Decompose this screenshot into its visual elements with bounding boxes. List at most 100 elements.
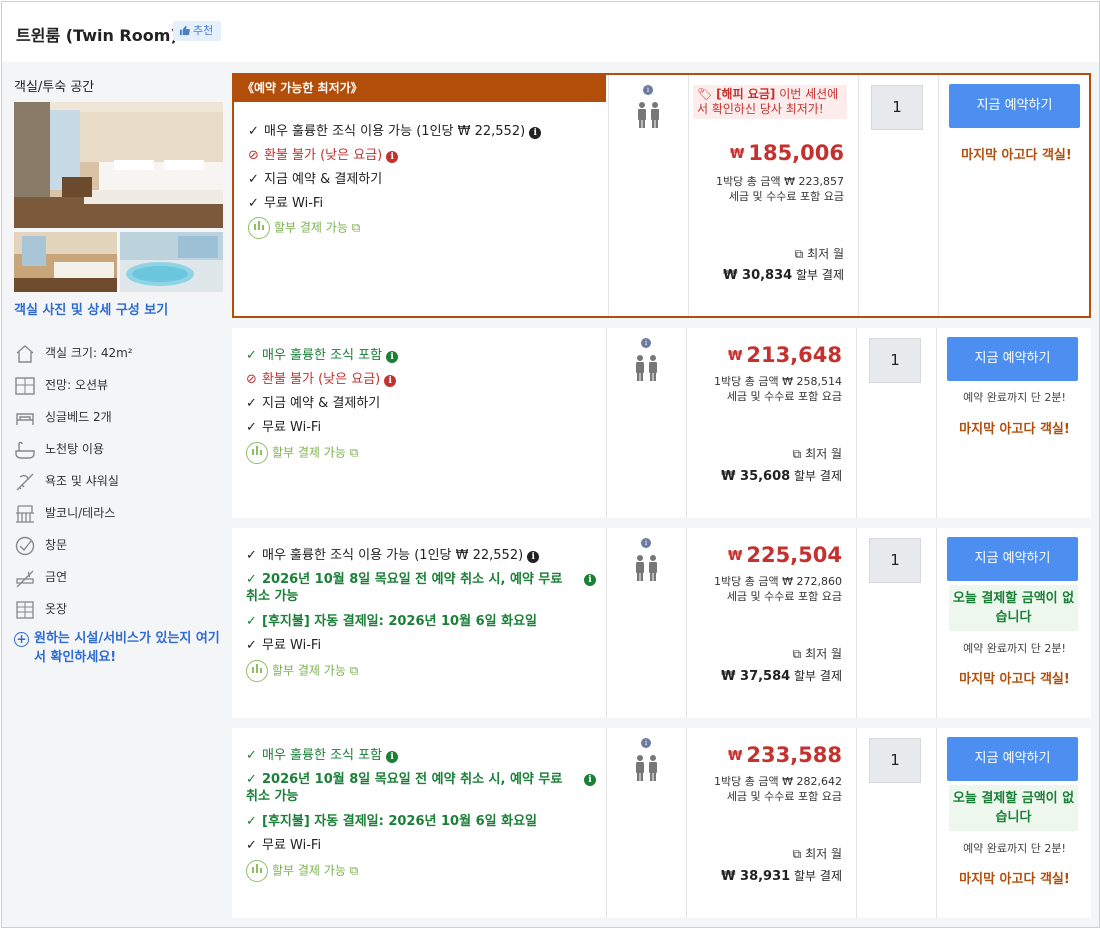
amenity-wardrobe: 옷장 [14, 598, 67, 620]
amenity-label: 노천탕 이용 [45, 442, 105, 456]
book-now-button[interactable]: 지금 예약하기 [947, 737, 1078, 781]
external-link-icon: ⧉ [351, 220, 361, 235]
amenity-bath: 노천탕 이용 [14, 438, 104, 460]
feature-breakfast: ✓ 매우 훌륭한 조식 포함 i [246, 747, 399, 764]
installment-available[interactable]: 할부 결제 가능 ⧉ [246, 442, 358, 464]
info-icon[interactable]: i [527, 551, 540, 563]
installment-available[interactable]: 할부 결제 가능 ⧉ [246, 660, 358, 682]
price-column: 🏷 [해피 요금] 이번 세션에서 확인하신 당사 최저가! ₩185,006 … [688, 75, 858, 316]
info-icon[interactable]: i [584, 574, 596, 586]
occupancy: i [608, 75, 688, 316]
amenity-label: 싱글베드 2개 [45, 410, 112, 424]
amenity-label: 욕조 및 샤워실 [45, 474, 119, 488]
amenity-room-size: 객실 크기: 42m² [14, 342, 133, 364]
price-details: 1박당 총 금액 ₩ 223,857 세금 및 수수료 포함 요금 [716, 175, 844, 203]
happy-rate-tag: 🏷 [해피 요금] 이번 세션에서 확인하신 당사 최저가! [693, 85, 847, 119]
best-price-banner: 《예약 가능한 최저가》 [234, 75, 606, 102]
info-icon[interactable]: i [386, 751, 399, 763]
monthly-label: ⧉ 최저 월 [792, 447, 842, 461]
room-quantity-select[interactable]: 1 [871, 85, 923, 130]
two-people-icon [638, 102, 659, 128]
plus-circle-icon: + [14, 632, 29, 647]
occupancy: i [606, 328, 686, 518]
two-people-icon [636, 555, 657, 581]
price: ₩225,504 [728, 543, 842, 567]
info-icon[interactable]: i [386, 151, 399, 163]
amenity-label: 발코니/테라스 [45, 506, 116, 520]
occupancy-info-icon[interactable]: i [641, 338, 651, 348]
book-now-button[interactable]: 지금 예약하기 [949, 84, 1080, 128]
price-details: 1박당 총 금액 ₩ 282,642 세금 및 수수료 포함 요금 [714, 775, 842, 803]
room-photo-main[interactable] [14, 102, 223, 228]
facility-search-link[interactable]: + 원하는 시설/서비스가 있는지 여기서 확인하세요! [14, 629, 224, 667]
feature-free-cancellation: ✓ 2026년 10월 8일 목요일 전 예약 취소 시, 예약 무료 취소 가능 [246, 772, 563, 804]
external-link-icon: ⧉ [349, 445, 359, 460]
amenity-view: 전망: 오션뷰 [14, 374, 108, 396]
installment-icon [246, 442, 268, 464]
external-link-icon: ⧉ [349, 663, 359, 678]
bed-icon [14, 407, 36, 429]
info-icon[interactable]: i [384, 375, 397, 387]
feature-breakfast: ✓ 매우 훌륭한 조식 포함 i [246, 347, 399, 364]
shower-icon [14, 471, 36, 493]
external-link-icon: ⧉ [792, 447, 802, 461]
book-now-button[interactable]: 지금 예약하기 [947, 337, 1078, 381]
price: ₩213,648 [728, 343, 842, 367]
installment-icon [246, 860, 268, 882]
section-label: 객실/투숙 공간 [14, 80, 95, 95]
info-icon[interactable]: i [386, 351, 399, 363]
price: ₩185,006 [730, 141, 844, 165]
monthly-label: ⧉ 최저 월 [792, 847, 842, 861]
recommended-badge-label: 추천 [193, 24, 214, 37]
action-column: 지금 예약하기 오늘 결제할 금액이 없습니다 예약 완료까지 단 2분! 마지… [936, 528, 1091, 718]
offer-card-4: ✓ 매우 훌륭한 조식 포함 i ✓ 2026년 10월 8일 목요일 전 예약 취소… [232, 728, 1091, 918]
view-room-photos-link[interactable]: 객실 사진 및 상세 구성 보기 [14, 299, 168, 318]
amenity-label: 객실 크기: 42m² [45, 346, 133, 360]
room-photo-thumb-2[interactable] [120, 232, 223, 292]
facility-link-label: 원하는 시설/서비스가 있는지 여기서 확인하세요! [34, 631, 220, 665]
room-quantity-select[interactable]: 1 [869, 738, 921, 783]
amenity-beds: 싱글베드 2개 [14, 406, 112, 428]
price-column: ₩225,504 1박당 총 금액 ₩ 272,860 세금 및 수수료 포함 요… [686, 528, 856, 718]
monthly-amount: ₩ 38,931 할부 결제 [721, 869, 842, 884]
action-column: 지금 예약하기 마지막 아고다 객실! [938, 75, 1093, 316]
book-now-button[interactable]: 지금 예약하기 [947, 537, 1078, 581]
urgency-notice: 예약 완료까지 단 2분! [963, 642, 1066, 655]
last-room-notice: 마지막 아고다 객실! [961, 148, 1072, 163]
monthly-label: ⧉ 최저 월 [794, 247, 844, 261]
room-photo-thumb-1[interactable] [14, 232, 117, 292]
external-link-icon: ⧉ [792, 647, 802, 661]
monthly-amount: ₩ 37,584 할부 결제 [721, 669, 842, 684]
monthly-amount: ₩ 35,608 할부 결제 [721, 469, 842, 484]
occupancy: i [606, 728, 686, 918]
occupancy-info-icon[interactable]: i [641, 538, 651, 548]
external-link-icon: ⧉ [349, 863, 359, 878]
feature-pay-now: ✓ 지금 예약 & 결제하기 [248, 172, 383, 187]
room-quantity-select[interactable]: 1 [869, 538, 921, 583]
price-details: 1박당 총 금액 ₩ 272,860 세금 및 수수료 포함 요금 [714, 575, 842, 603]
feature-wifi: ✓ 무료 Wi-Fi [246, 420, 322, 435]
feature-pay-later: ✓ [후지불] 자동 결제일: 2026년 10월 6일 화요일 [246, 614, 537, 629]
room-quantity-select[interactable]: 1 [869, 338, 921, 383]
amenity-window: 창문 [14, 534, 67, 556]
occupancy-info-icon[interactable]: i [641, 738, 651, 748]
amenity-label: 전망: 오션뷰 [45, 378, 109, 392]
room-header: 트윈룸 (Twin Room) 추천 [2, 2, 1099, 62]
offer-features: ✓ 매우 훌륭한 조식 포함 i ⊘ 환불 불가 (낮은 요금) i ✓ 지금 예약 & … [232, 328, 606, 518]
feature-breakfast: ✓ 매우 훌륭한 조식 이용 가능 (1인당 ₩ 22,552) i [248, 123, 542, 140]
urgency-notice: 예약 완료까지 단 2분! [963, 842, 1066, 855]
quantity-column: 1 [856, 728, 936, 918]
installment-available[interactable]: 할부 결제 가능 ⧉ [246, 860, 358, 882]
last-room-notice: 마지막 아고다 객실! [959, 422, 1070, 437]
last-room-notice: 마지막 아고다 객실! [959, 672, 1070, 687]
info-icon[interactable]: i [529, 127, 542, 139]
room-title: 트윈룸 (Twin Room) [16, 26, 178, 45]
installment-available[interactable]: 할부 결제 가능 ⧉ [248, 217, 360, 239]
quantity-column: 1 [858, 75, 938, 316]
occupancy-info-icon[interactable]: i [643, 85, 653, 95]
monthly-label: ⧉ 최저 월 [792, 647, 842, 661]
amenity-shower: 욕조 및 샤워실 [14, 470, 119, 492]
no-smoking-icon [14, 567, 36, 589]
info-icon[interactable]: i [584, 774, 596, 786]
recommended-badge: 추천 [173, 21, 222, 41]
